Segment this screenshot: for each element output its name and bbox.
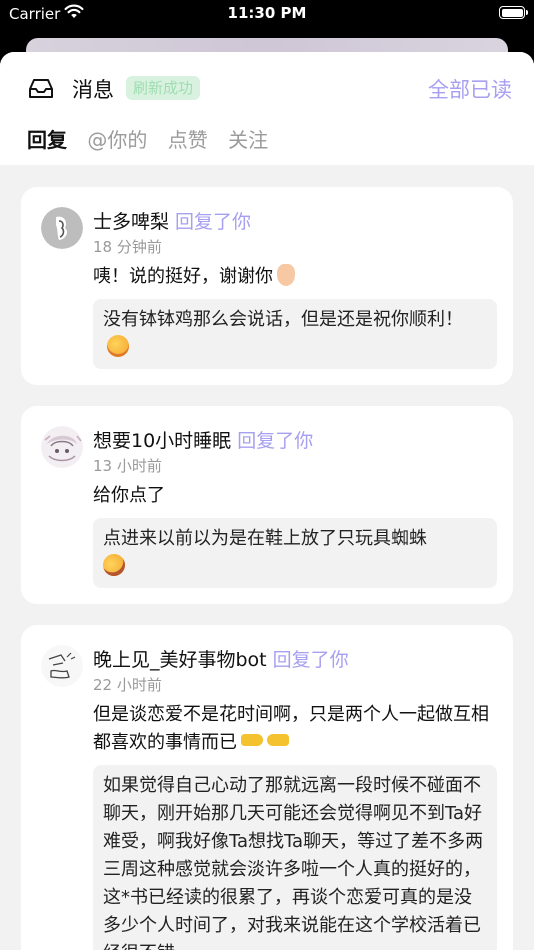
mark-all-read-button[interactable]: 全部已读 [428,74,512,104]
quoted-text: 点进来以前以为是在鞋上放了只玩具蜘蛛 [103,528,427,549]
timestamp: 22 小时前 [93,676,162,694]
quoted-text: 如果觉得自己心动了那就远离一段时候不碰面不聊天，刚开始那几天可能还会觉得啊见不到… [103,775,484,950]
username[interactable]: 想要10小时睡眠 [93,430,231,452]
reply-message[interactable]: 给你点了 [93,482,497,510]
pointing-left-emoji-icon [267,734,289,746]
tab-bar: 回复 @你的 点赞 关注 [27,124,282,153]
reply-action-label: 回复了你 [237,430,314,452]
reply-header: 想要10小时睡眠 回复了你 [93,426,497,453]
notification-card[interactable]: 想要10小时睡眠 回复了你 13 小时前 给你点了 点进来以前以为是在鞋上放了只玩… [21,406,513,604]
inbox-icon [27,77,55,105]
tab-mentions[interactable]: @你的 [87,124,147,153]
reply-text: 但是谈恋爱不是花时间啊，只是两个人一起做互相都喜欢的事情而已 [93,704,489,753]
notification-card[interactable]: 士多啤梨 回复了你 18 分钟前 咦！说的挺好，谢谢你 没有钵钵鸡那么会说话，但是… [21,187,513,385]
timestamp: 18 分钟前 [93,238,162,256]
timestamp: 13 小时前 [93,457,162,475]
pointing-right-emoji-icon [241,734,263,746]
refresh-success-toast: 刷新成功 [126,76,201,100]
tab-replies[interactable]: 回复 [27,124,67,153]
reply-header: 士多啤梨 回复了你 [93,207,497,234]
party-face-emoji-icon [107,335,129,357]
reply-message[interactable]: 但是谈恋爱不是花时间啊，只是两个人一起做互相都喜欢的事情而已 [93,701,497,757]
username[interactable]: 士多啤梨 [93,211,169,233]
tab-likes[interactable]: 点赞 [168,124,208,153]
reply-action-label: 回复了你 [175,211,252,233]
avatar[interactable] [41,207,83,249]
reply-action-label: 回复了你 [272,649,349,671]
reply-text: 给你点了 [93,485,165,506]
page-title: 消息 [72,78,114,102]
ok-hand-emoji-icon [277,264,295,286]
avatar[interactable] [41,426,83,468]
rofl-emoji-icon [99,550,129,580]
reply-message[interactable]: 咦！说的挺好，谢谢你 [93,263,497,291]
reply-header: 晚上见_美好事物bot 回复了你 [93,645,497,672]
quoted-comment[interactable]: 点进来以前以为是在鞋上放了只玩具蜘蛛 [93,518,497,588]
sheet-header: 消息 刷新成功 全部已读 回复 @你的 点赞 关注 [0,52,534,165]
messages-sheet: 消息 刷新成功 全部已读 回复 @你的 点赞 关注 士多啤梨 回复了你 18 分… [0,52,534,950]
username[interactable]: 晚上见_美好事物bot [93,649,267,671]
status-bar: Carrier 11:30 PM [0,0,534,30]
reply-text: 咦！说的挺好，谢谢你 [93,266,273,287]
clock: 11:30 PM [227,4,307,22]
quoted-comment[interactable]: 没有钵钵鸡那么会说话，但是还是祝你顺利！ [93,299,497,369]
quoted-comment[interactable]: 如果觉得自己心动了那就远离一段时候不碰面不聊天，刚开始那几天可能还会觉得啊见不到… [93,765,497,950]
battery-icon [499,6,528,19]
notification-card[interactable]: 晚上见_美好事物bot 回复了你 22 小时前 但是谈恋爱不是花时间啊，只是两个人… [21,625,513,950]
quoted-text: 没有钵钵鸡那么会说话，但是还是祝你顺利！ [103,309,463,330]
avatar[interactable] [41,645,83,687]
tab-follows[interactable]: 关注 [228,124,268,153]
